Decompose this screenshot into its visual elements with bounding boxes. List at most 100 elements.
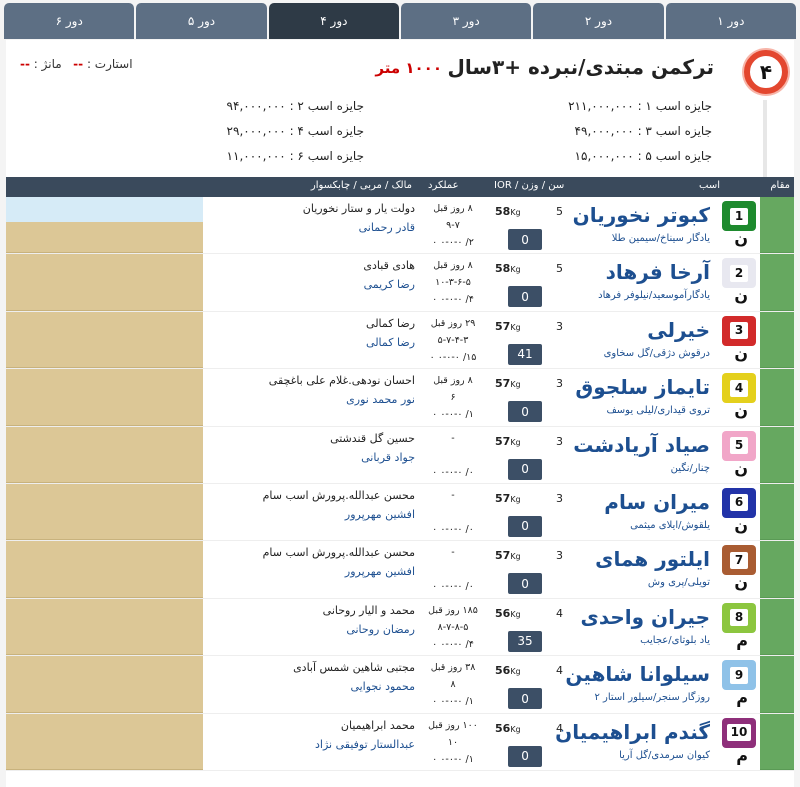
ior-badge: 0: [508, 688, 542, 710]
perf-last-run: -: [451, 432, 455, 444]
header-horse: اسب: [699, 180, 720, 191]
owner-name: مجتبی شاهین شمس آبادی: [293, 661, 415, 675]
horse-row[interactable]: 7 ن ایلتور همای تویلی/پری وش 3 57Kg 0 - ۰/ ۰-۰-۰…: [6, 541, 794, 599]
tab-race-6[interactable]: دور ۶: [4, 3, 135, 39]
pedigree-link[interactable]: تویلی/پری وش: [648, 577, 710, 588]
owner-name: حسین گل قندشتی: [330, 431, 415, 445]
trainer-link[interactable]: رضا کریمی: [364, 278, 415, 291]
trainer-link[interactable]: افشین مهرپرور: [345, 565, 415, 578]
horse-row[interactable]: 3 ن خیرلی درقوش دژقی/گل سخاوی 3 57Kg 41 ۲۹ روز …: [6, 311, 794, 370]
horse-weight: 57Kg: [495, 492, 521, 505]
tab-race-2[interactable]: دور ۲: [533, 3, 664, 39]
owner-name: محسن عبدالله.پرورش اسب سام: [262, 488, 415, 502]
horse-name-link[interactable]: جیران واحدی: [581, 605, 711, 629]
pedigree-link[interactable]: روزگار سنجر/سیلور استار ۲: [594, 692, 710, 703]
horse-name-link[interactable]: خیرلی: [647, 318, 710, 342]
horse-row[interactable]: 10 م گندم ابراهیمیان کیوان سرمدی/گل آریا 4 56…: [6, 713, 794, 771]
tab-race-4[interactable]: دور ۴: [268, 3, 400, 39]
horse-name-link[interactable]: تایماز سلجوق: [575, 375, 710, 399]
rank-cell: [760, 369, 794, 426]
sex-indicator: ن: [734, 343, 748, 363]
ior-badge: 41: [508, 343, 542, 365]
weight-unit: Kg: [510, 494, 521, 504]
owner-name: رضا کمالی: [366, 316, 415, 330]
sex-indicator: م: [736, 688, 748, 708]
horse-row[interactable]: 9 م سیلوانا شاهین روزگار سنجر/سیلور استار ۲…: [6, 656, 794, 714]
trainer-link[interactable]: عبدالستار توفیقی نژاد: [315, 738, 415, 751]
jersey-icon: 10: [722, 717, 756, 748]
pedigree-link[interactable]: یاد بلوتای/عجایب: [640, 635, 710, 646]
jersey-icon: 7: [722, 545, 756, 576]
trainer-link[interactable]: محمود نجوایی: [350, 680, 415, 693]
rank-cell: [760, 656, 794, 713]
saddle-number: 5: [730, 437, 748, 455]
horse-row[interactable]: 1 ن کبوتر نخوریان یادگار سیناخ/سیمین طلا 5 58…: [6, 197, 794, 255]
rank-cell: [760, 713, 794, 770]
sex-indicator: ن: [734, 401, 748, 421]
tab-race-5[interactable]: دور ۵: [136, 3, 267, 39]
jersey-icon: 4: [722, 373, 756, 404]
horse-row[interactable]: 2 ن آرخا فرهاد یادگارآموسعید/نیلوفر فرهاد 5 5…: [6, 254, 794, 312]
weight-unit: Kg: [510, 667, 521, 677]
weight-value: 56: [495, 606, 511, 620]
ior-badge: 0: [508, 458, 542, 480]
tab-race-1[interactable]: دور ۱: [665, 3, 796, 39]
trainer-link[interactable]: افشین مهرپرور: [345, 508, 415, 521]
odds-panel: [6, 598, 203, 656]
sex-indicator: م: [736, 630, 748, 650]
pedigree-link[interactable]: یادگار سیناخ/سیمین طلا: [612, 233, 710, 244]
prize-5: جایزه اسب ۵ : ۱۵,۰۰۰,۰۰۰: [574, 149, 712, 163]
horse-row[interactable]: 6 ن میران سام یلقوش/ایلای میثمی 3 57Kg 0 - ۰/ ۰-…: [6, 483, 794, 542]
ior-badge: 0: [508, 286, 542, 308]
owner-name: دولت یار و ستار نخوریان: [302, 202, 415, 215]
pedigree-link[interactable]: یلقوش/ایلای میثمی: [630, 520, 710, 531]
weight-value: 58: [495, 205, 511, 218]
saddle-number: 1: [730, 207, 748, 225]
pedigree-link[interactable]: درقوش دژقی/گل سخاوی: [604, 348, 710, 359]
perf-last-run: ۳۸ روز قبل: [430, 662, 476, 674]
rank-cell: [760, 254, 794, 311]
tab-race-3[interactable]: دور ۳: [401, 3, 532, 39]
odds-panel: [6, 311, 203, 369]
horse-row[interactable]: 5 ن صیاد آریادشت چنار/نگین 3 57Kg 0 - ۰/ ۰-۰-۰ ۰…: [6, 426, 794, 484]
trainer-link[interactable]: قادر رحمانی: [359, 221, 415, 234]
horse-age: 5: [556, 205, 563, 218]
horse-name-link[interactable]: میران سام: [604, 490, 710, 514]
horse-weight: 57Kg: [495, 435, 521, 448]
perf-record: ۱/ ۰-۰-۰ ۰: [432, 753, 474, 765]
horse-age: 3: [556, 434, 563, 448]
owner-name: محمد و الیار روحانی: [322, 603, 415, 617]
rank-cell: [760, 426, 794, 483]
pedigree-link[interactable]: چنار/نگین: [671, 463, 710, 474]
horse-row[interactable]: 8 م جیران واحدی یاد بلوتای/عجایب 4 56Kg 35 ۱۸۵ …: [6, 598, 794, 657]
sex-indicator: ن: [734, 573, 748, 593]
weight-unit: Kg: [510, 609, 521, 619]
trainer-link[interactable]: رضا کمالی: [366, 336, 415, 349]
horse-name-link[interactable]: کبوتر نخوریان: [573, 203, 710, 227]
perf-record: ۰/ ۰-۰-۰ ۰: [432, 466, 474, 478]
perf-last-run: ۸ روز قبل: [433, 203, 473, 214]
ior-badge: 0: [508, 573, 542, 595]
header-rank: مقام: [770, 180, 790, 191]
pedigree-link[interactable]: تروی قیداری/لیلی یوسف: [606, 405, 710, 416]
horse-age: 3: [556, 491, 563, 505]
trainer-link[interactable]: رمضان روحانی: [346, 623, 415, 636]
saddle-number: 3: [730, 322, 748, 340]
sex-indicator: ن: [734, 458, 748, 478]
perf-record: ۰/ ۰-۰-۰ ۰: [432, 581, 474, 593]
pedigree-link[interactable]: کیوان سرمدی/گل آریا: [619, 750, 710, 761]
horse-name-link[interactable]: گندم ابراهیمیان: [555, 720, 710, 744]
pedigree-link[interactable]: یادگارآموسعید/نیلوفر فرهاد: [598, 290, 710, 301]
horse-row[interactable]: 4 ن تایماز سلجوق تروی قیداری/لیلی یوسف 3 57Kg…: [6, 369, 794, 427]
horse-name-link[interactable]: سیلوانا شاهین: [565, 662, 710, 686]
trainer-link[interactable]: نور محمد نوری: [346, 393, 415, 406]
race-title: ترکمن مبتدی/نبرده +۳سال: [447, 55, 714, 79]
jersey-icon: 1: [722, 201, 756, 231]
trainer-link[interactable]: جواد قربانی: [361, 451, 415, 464]
perf-last-run: ۸ روز قبل: [433, 375, 473, 387]
horse-name-link[interactable]: صیاد آریادشت: [573, 433, 710, 457]
horse-name-link[interactable]: ایلتور همای: [595, 547, 710, 571]
horse-name-link[interactable]: آرخا فرهاد: [606, 260, 710, 284]
jersey-icon: 5: [722, 430, 756, 461]
header-age-weight: سن / وزن / IOR: [494, 180, 565, 191]
